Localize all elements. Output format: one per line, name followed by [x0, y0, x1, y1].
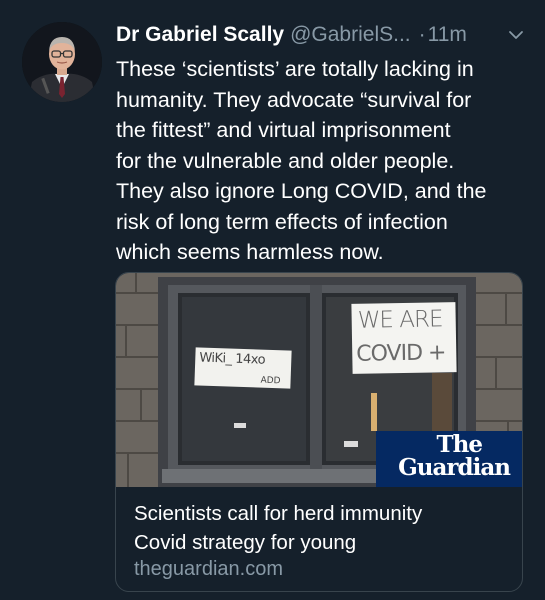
tweet-text-line: These ‘scientists’ are totally lacking i…: [116, 57, 474, 81]
link-card[interactable]: WiKi_ 14xo ADD WE ARE COVID + The Guardi…: [115, 272, 523, 592]
tweet-text-line: the fittest” and virtual imprisonment: [116, 118, 451, 142]
separator-dot: ·: [418, 23, 426, 46]
tweet-text: These ‘scientists’ are totally lacking i…: [116, 54, 531, 268]
sign-text: WE ARE: [357, 306, 443, 334]
chevron-down-icon[interactable]: [505, 24, 527, 46]
tweet-text-line: for the vulnerable and older people.: [116, 148, 455, 173]
window-sign-left: WiKi_ 14xo ADD: [194, 347, 292, 389]
avatar[interactable]: [22, 22, 102, 102]
sign-text: ADD: [260, 375, 281, 387]
card-title-line: Covid strategy for young: [134, 531, 357, 554]
tweet-header: Dr Gabriel Scally @GabrielS... · 11m: [116, 20, 527, 50]
link-card-domain[interactable]: theguardian.com: [134, 556, 283, 582]
logo-text: Guardian: [398, 454, 511, 481]
tweet-timestamp[interactable]: 11m: [428, 23, 467, 47]
user-handle[interactable]: @GabrielS...: [290, 23, 411, 47]
link-card-title[interactable]: Scientists call for herd immunity Covid …: [134, 499, 514, 557]
tweet-text-line: They also ignore Long COVID, and the: [116, 179, 487, 203]
display-name[interactable]: Dr Gabriel Scally: [116, 23, 284, 47]
tweet-text-line: which seems harmless now.: [116, 240, 384, 264]
tweet-text-line: risk of long term effects of infection: [116, 209, 448, 234]
window-sign-right: WE ARE COVID +: [351, 302, 457, 374]
link-card-image[interactable]: WiKi_ 14xo ADD WE ARE COVID + The Guardi…: [116, 273, 522, 487]
sign-text: COVID +: [356, 340, 446, 367]
tweet-text-line: humanity. They advocate “survival for: [116, 87, 472, 112]
sign-text: WiKi_ 14xo: [199, 350, 266, 368]
guardian-logo: The Guardian: [376, 431, 522, 487]
avatar-photo: [22, 22, 102, 102]
card-title-line: Scientists call for herd immunity: [134, 502, 423, 525]
